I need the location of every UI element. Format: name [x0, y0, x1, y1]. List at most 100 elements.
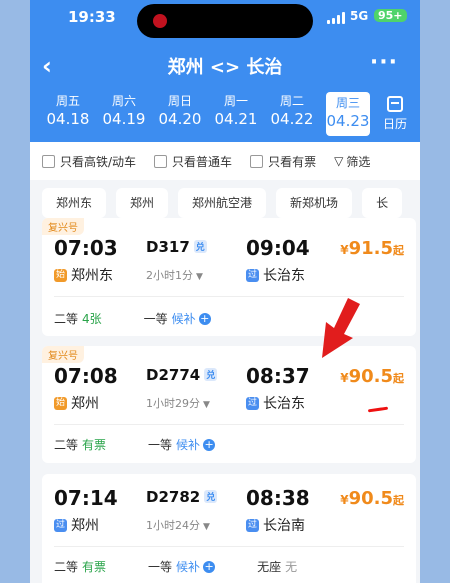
- train-code: D2774 兑: [146, 366, 218, 384]
- checkbox-icon: [42, 154, 55, 168]
- background-blur-left: [0, 0, 30, 583]
- divider: [54, 546, 404, 547]
- train-code: D2782 兑: [146, 488, 218, 506]
- calendar-icon: [387, 96, 403, 112]
- plus-icon: +: [203, 559, 216, 573]
- station-chip[interactable]: 新郑机场: [276, 188, 353, 218]
- date-value: 04.21: [214, 110, 258, 128]
- filter-bar: 只看高铁/动车 只看普通车 只看有票 ▽ 筛选: [30, 142, 420, 180]
- divider: [54, 424, 404, 425]
- seat-info: 二等 4张 一等 候补 +: [54, 310, 253, 327]
- duration[interactable]: 1小时24分 ▼: [146, 517, 210, 533]
- signal-icon: [327, 12, 345, 24]
- price: ¥91.5起: [340, 238, 404, 259]
- status-bar: 19:33 5G 95+: [30, 4, 420, 38]
- filter-available[interactable]: 只看有票: [250, 153, 316, 170]
- arrival-time: 08:37: [246, 364, 310, 388]
- checkbox-icon: [250, 154, 264, 168]
- seat-info: 二等 有票 一等 候补 +: [54, 436, 257, 453]
- date-value: 04.20: [158, 110, 202, 128]
- date-weekday: 周一: [223, 94, 248, 108]
- background-blur-right: [420, 0, 450, 583]
- plus-icon: +: [198, 311, 211, 325]
- train-code: D317 兑: [146, 238, 207, 256]
- passing-badge: 过: [246, 396, 259, 410]
- arrival-time: 08:38: [246, 486, 310, 510]
- date-weekday: 周三: [335, 96, 360, 110]
- station-chip[interactable]: 长: [362, 188, 403, 218]
- calendar-label: 日历: [382, 117, 407, 131]
- status-time: 19:33: [68, 8, 116, 26]
- price: ¥90.5起: [340, 488, 404, 509]
- seat-class[interactable]: 一等 候补 +: [144, 310, 211, 327]
- origin-badge: 始: [54, 396, 67, 410]
- duration[interactable]: 2小时1分 ▼: [146, 267, 203, 283]
- seat-info: 二等 有票 一等 候补 + 无座无: [54, 558, 339, 575]
- station-chip[interactable]: 郑州航空港: [178, 188, 267, 218]
- date-tab-selected[interactable]: 周三 04.23: [326, 92, 370, 136]
- arrival-station: 过长治东: [246, 268, 305, 284]
- date-weekday: 周五: [55, 94, 80, 108]
- passing-badge: 过: [246, 268, 259, 282]
- filter-high-speed[interactable]: 只看高铁/动车: [42, 153, 136, 170]
- price: ¥90.5起: [340, 366, 404, 387]
- train-card[interactable]: 复兴号 07:08 D2774 兑 08:37 ¥90.5起 始郑州 1小时29分…: [42, 346, 416, 463]
- arrival-time: 09:04: [246, 236, 310, 260]
- duration[interactable]: 1小时29分 ▼: [146, 395, 210, 411]
- date-tab[interactable]: 周五 04.18: [40, 92, 96, 136]
- station-chip[interactable]: 郑州: [116, 188, 169, 218]
- date-value: 04.23: [326, 112, 370, 130]
- seat-class: 二等 有票: [54, 438, 107, 452]
- departure-station: 过郑州: [54, 518, 99, 534]
- filter-button[interactable]: ▽ 筛选: [334, 153, 370, 170]
- train-card[interactable]: 07:14 D2782 兑 08:38 ¥90.5起 过郑州 1小时24分 ▼ 过长…: [42, 474, 416, 583]
- header: 19:33 5G 95+ ‹ 郑州 <> 长治 ··· 周五 04.18 周六 04…: [30, 0, 420, 142]
- seat-class[interactable]: 一等 候补 +: [148, 558, 216, 575]
- more-icon[interactable]: ···: [370, 50, 398, 75]
- passing-badge: 过: [246, 518, 259, 532]
- calendar-button[interactable]: 日历: [376, 92, 414, 136]
- funnel-icon: ▽: [334, 154, 344, 168]
- battery-badge: 95+: [374, 9, 407, 22]
- date-value: 04.18: [46, 110, 90, 128]
- filter-label: 只看普通车: [172, 154, 233, 169]
- date-tab[interactable]: 周六 04.19: [96, 92, 152, 136]
- recording-indicator-icon: [153, 14, 167, 28]
- date-tab[interactable]: 周一 04.21: [208, 92, 264, 136]
- departure-time: 07:08: [54, 364, 118, 388]
- plus-icon: +: [203, 437, 216, 451]
- filter-label: 只看高铁/动车: [60, 154, 137, 169]
- date-selector: 周五 04.18 周六 04.19 周日 04.20 周一 04.21 周二 04.22 …: [40, 92, 416, 136]
- date-tab[interactable]: 周二 04.22: [264, 92, 320, 136]
- train-type-tag: 复兴号: [42, 346, 84, 363]
- train-type-tag: 复兴号: [42, 218, 84, 235]
- departure-station: 始郑州东: [54, 268, 113, 284]
- divider: [54, 296, 404, 297]
- departure-station: 始郑州: [54, 396, 99, 412]
- seat-class: 二等 4张: [54, 312, 102, 326]
- dynamic-island: [137, 4, 313, 38]
- date-tab[interactable]: 周日 04.20: [152, 92, 208, 136]
- filter-label: 只看有票: [268, 154, 317, 169]
- filter-normal[interactable]: 只看普通车: [154, 153, 232, 170]
- network-label: 5G: [350, 9, 369, 23]
- arrival-station: 过长治南: [246, 518, 305, 534]
- filter-label: 筛选: [346, 154, 371, 169]
- date-value: 04.19: [102, 110, 146, 128]
- app-screen: 19:33 5G 95+ ‹ 郑州 <> 长治 ··· 周五 04.18 周六 04…: [30, 0, 420, 583]
- page-title: 郑州 <> 长治: [167, 57, 283, 78]
- passing-badge: 过: [54, 518, 67, 532]
- arrival-station: 过长治东: [246, 396, 305, 412]
- seat-class[interactable]: 一等 候补 +: [148, 436, 216, 453]
- origin-badge: 始: [54, 268, 67, 282]
- seat-class: 二等 有票: [54, 560, 107, 574]
- checkbox-icon: [154, 154, 168, 168]
- date-weekday: 周日: [167, 94, 192, 108]
- date-value: 04.22: [270, 110, 314, 128]
- departure-time: 07:14: [54, 486, 118, 510]
- station-chip[interactable]: 郑州东: [42, 188, 107, 218]
- date-weekday: 周二: [279, 94, 304, 108]
- seat-class: 无座无: [257, 560, 298, 574]
- departure-time: 07:03: [54, 236, 118, 260]
- red-arrow-annotation-icon: [322, 298, 360, 358]
